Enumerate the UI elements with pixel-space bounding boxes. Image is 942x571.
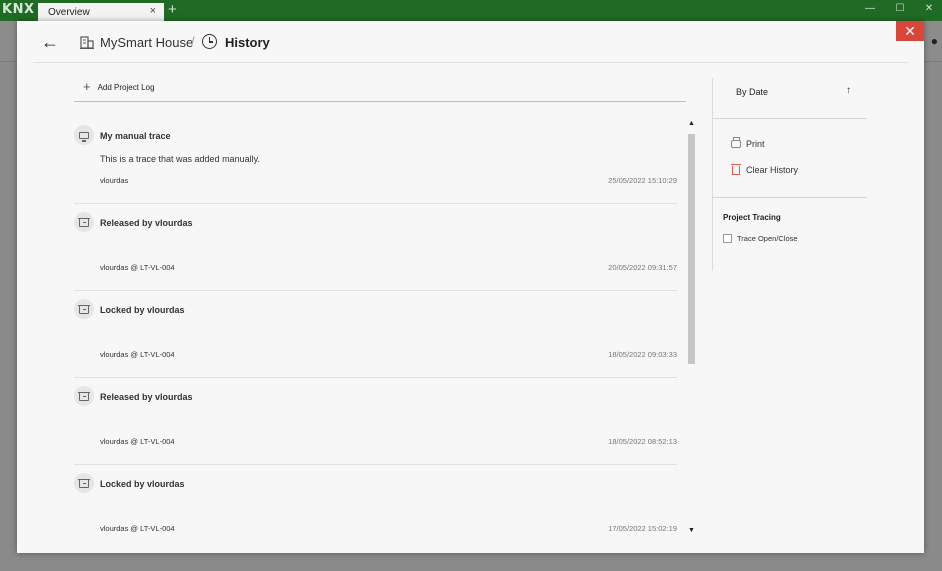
archive-icon bbox=[74, 299, 94, 319]
plus-icon: + bbox=[83, 79, 91, 94]
log-user: vlourdas @ LT-VL-004 bbox=[100, 524, 175, 533]
user-icon: ● bbox=[930, 34, 938, 48]
tab-close-icon[interactable]: × bbox=[150, 5, 156, 17]
title-bar: KNX Overview × + — ☐ ✕ bbox=[0, 0, 942, 21]
log-title: Locked by vlourdas bbox=[100, 305, 185, 315]
log-user: vlourdas bbox=[100, 176, 129, 185]
toolbar-divider bbox=[74, 101, 686, 102]
breadcrumb-project[interactable]: MySmart House bbox=[100, 35, 193, 50]
dialog-header: ← MySmart House / History bbox=[17, 21, 924, 63]
log-item[interactable]: Locked by vlourdas vlourdas @ LT-VL-004 … bbox=[74, 465, 677, 537]
clear-history-button[interactable]: Clear History bbox=[731, 163, 799, 175]
clear-history-label: Clear History bbox=[746, 165, 799, 175]
log-date: 25/05/2022 15:10:29 bbox=[608, 176, 677, 185]
log-date: 18/05/2022 08:52:13 bbox=[608, 437, 677, 446]
header-divider bbox=[33, 62, 909, 63]
trace-open-close-option[interactable]: Trace Open/Close bbox=[723, 234, 798, 243]
side-panel-divider bbox=[712, 78, 713, 271]
log-user: vlourdas @ LT-VL-004 bbox=[100, 350, 175, 359]
log-item[interactable]: Locked by vlourdas vlourdas @ LT-VL-004 … bbox=[74, 291, 677, 378]
project-tracing-heading: Project Tracing bbox=[723, 213, 781, 222]
minimize-button[interactable]: — bbox=[860, 3, 880, 14]
trace-open-close-checkbox[interactable] bbox=[723, 234, 732, 243]
add-project-log-label: Add Project Log bbox=[97, 82, 155, 92]
tab-overview[interactable]: Overview × bbox=[38, 3, 164, 21]
log-date: 17/05/2022 15:02:19 bbox=[608, 524, 677, 533]
back-arrow-icon[interactable]: ← bbox=[41, 32, 59, 53]
sort-dropdown[interactable]: By Date bbox=[736, 87, 768, 97]
archive-icon bbox=[74, 386, 94, 406]
history-log-list: My manual trace This is a trace that was… bbox=[74, 117, 677, 537]
log-description: This is a trace that was added manually. bbox=[100, 154, 260, 164]
building-icon bbox=[80, 36, 94, 49]
log-title: Locked by vlourdas bbox=[100, 479, 185, 489]
log-title: Released by vlourdas bbox=[100, 392, 193, 402]
new-tab-button[interactable]: + bbox=[168, 2, 177, 18]
scroll-down-icon[interactable]: ▼ bbox=[688, 527, 695, 534]
log-date: 18/05/2022 09:03:33 bbox=[608, 350, 677, 359]
add-project-log-button[interactable]: + Add Project Log bbox=[83, 79, 155, 94]
print-button[interactable]: Print bbox=[731, 137, 765, 149]
log-user: vlourdas @ LT-VL-004 bbox=[100, 263, 175, 272]
clock-icon bbox=[202, 34, 217, 49]
maximize-button[interactable]: ☐ bbox=[890, 3, 910, 14]
log-title: Released by vlourdas bbox=[100, 218, 193, 228]
scrollbar-thumb[interactable] bbox=[688, 134, 695, 364]
side-divider bbox=[712, 118, 867, 119]
trace-open-close-label: Trace Open/Close bbox=[737, 234, 798, 243]
side-divider bbox=[712, 197, 867, 198]
log-date: 20/05/2022 09:31:57 bbox=[608, 263, 677, 272]
log-user: vlourdas @ LT-VL-004 bbox=[100, 437, 175, 446]
tab-label: Overview bbox=[48, 6, 90, 18]
history-dialog: ✕ ← MySmart House / History + Add Projec… bbox=[17, 21, 924, 553]
print-label: Print bbox=[746, 139, 765, 149]
page-title: History bbox=[225, 35, 270, 50]
archive-icon bbox=[74, 473, 94, 493]
log-item[interactable]: Released by vlourdas vlourdas @ LT-VL-00… bbox=[74, 378, 677, 465]
monitor-icon bbox=[74, 125, 94, 145]
log-title: My manual trace bbox=[100, 131, 171, 141]
archive-icon bbox=[74, 212, 94, 232]
scroll-up-icon[interactable]: ▲ bbox=[688, 120, 695, 127]
breadcrumb-separator: / bbox=[191, 34, 195, 49]
sort-direction-icon[interactable]: ↑ bbox=[846, 85, 851, 96]
log-item[interactable]: My manual trace This is a trace that was… bbox=[74, 117, 677, 204]
trash-icon bbox=[731, 163, 741, 175]
knx-logo: KNX bbox=[2, 2, 35, 17]
window-close-button[interactable]: ✕ bbox=[919, 3, 939, 14]
printer-icon bbox=[731, 137, 741, 148]
log-item[interactable]: Released by vlourdas vlourdas @ LT-VL-00… bbox=[74, 204, 677, 291]
